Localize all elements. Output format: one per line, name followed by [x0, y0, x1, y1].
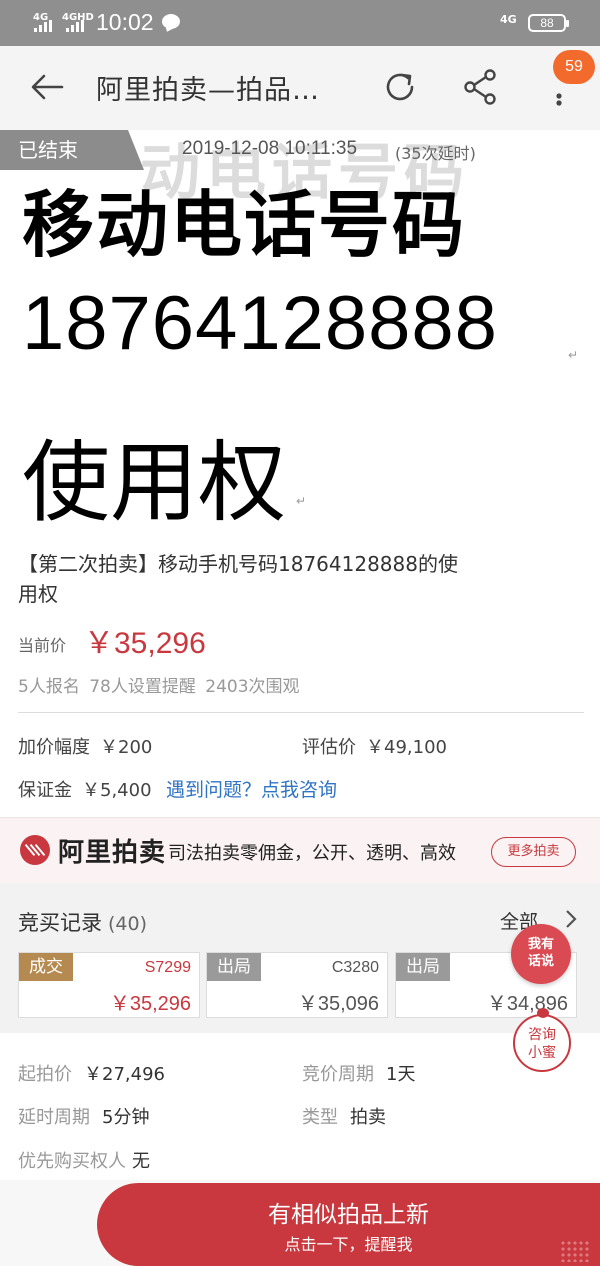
estimate-value: ￥49,100	[366, 737, 447, 758]
network-indicator-right: 4G	[500, 13, 517, 26]
clock: 10:02	[96, 9, 154, 35]
more-auctions-button[interactable]: 更多拍卖	[491, 837, 576, 867]
lot-image[interactable]: 动电话号码 移动电话号码 18764128888 ↵ 使用权 ↵ 已结束 201…	[0, 130, 600, 535]
page-title: 阿里拍卖—拍品…	[96, 75, 320, 106]
bid-cycle-value: 1天	[386, 1064, 416, 1085]
estimate-label: 评估价	[302, 737, 356, 758]
signal-icon-2	[66, 20, 84, 32]
assistant-float-button[interactable]: 咨询 小蜜	[513, 1008, 571, 1072]
estimate-row: 评估价 ￥49,100	[302, 733, 447, 759]
image-text-line1: 移动电话号码	[22, 183, 467, 267]
current-price: ￥35,296	[84, 627, 206, 660]
help-consult-link[interactable]: 遇到问题？点我咨询	[166, 775, 337, 802]
delay-cycle-value: 5分钟	[102, 1107, 150, 1128]
back-arrow-icon[interactable]	[30, 74, 64, 100]
delay-cycle-row: 延时周期 5分钟	[18, 1103, 149, 1129]
delay-cycle-label: 延时周期	[18, 1107, 90, 1128]
bid-record-card: 出局 C3280 ￥35,096	[206, 952, 388, 1018]
bid-records-count: (40)	[108, 913, 148, 935]
bid-records-title: 竞买记录 (40)	[18, 907, 147, 937]
bid-amount: ￥35,096	[297, 993, 379, 1015]
status-bar: 4G 4GHD 10:02 4G 88	[0, 0, 600, 46]
bid-cycle-label: 竞价周期	[302, 1064, 374, 1085]
decorative-dots	[560, 1240, 590, 1262]
start-price-value: ￥27,496	[84, 1064, 165, 1085]
lot-title: 【第二次拍卖】移动手机号码18764128888的使用权	[18, 552, 458, 606]
assistant-float-line1: 咨询	[528, 1027, 556, 1043]
share-icon[interactable]	[462, 68, 500, 106]
bid-amount: ￥35,296	[109, 993, 191, 1015]
notify-similar-button[interactable]: 有相似拍品上新 点击一下，提醒我	[97, 1183, 600, 1266]
brand-slogan: 司法拍卖零佣金，公开、透明、高效	[168, 843, 456, 864]
priority-row: 优先购买权人无	[18, 1147, 150, 1173]
notify-similar-subtitle: 点击一下，提醒我	[284, 1235, 413, 1254]
return-mark-icon: ↵	[568, 348, 579, 362]
increment-label: 加价幅度	[18, 737, 90, 758]
delay-count: (35次延时)	[395, 144, 476, 163]
bidder-id: C3280	[331, 959, 379, 976]
bid-status-tag: 出局	[396, 953, 450, 981]
signal-icon-1	[34, 20, 52, 32]
notify-similar-title: 有相似拍品上新	[268, 1202, 429, 1228]
end-time: 2019-12-08 10:11:35	[182, 138, 358, 159]
bid-record-card: 成交 S7299 ￥35,296	[18, 952, 200, 1018]
image-text-line2: 18764128888	[22, 281, 498, 366]
priority-value: 无	[132, 1151, 150, 1172]
auction-status-tag: 已结束	[0, 130, 144, 170]
chevron-right-icon[interactable]	[565, 909, 577, 929]
ali-auction-logo-icon	[20, 835, 50, 865]
comment-float-line1: 我有	[527, 937, 554, 952]
participation-stats: 5人报名 78人设置提醒 2403次围观	[18, 677, 300, 697]
bid-cycle-row: 竞价周期 1天	[302, 1060, 415, 1086]
deposit-value: ￥5,400	[82, 780, 152, 801]
comment-float-line2: 话说	[527, 954, 554, 969]
increment-row: 加价幅度 ￥200	[18, 733, 152, 759]
deposit-row: 保证金 ￥5,400	[18, 776, 152, 802]
bid-status-tag: 出局	[207, 953, 261, 981]
assistant-float-line2: 小蜜	[528, 1045, 556, 1061]
bid-status-tag: 成交	[19, 953, 73, 981]
type-value: 拍卖	[350, 1107, 386, 1128]
divider	[18, 712, 584, 713]
deposit-label: 保证金	[18, 780, 72, 801]
start-price-row: 起拍价 ￥27,496	[18, 1060, 165, 1086]
increment-value: ￥200	[100, 737, 153, 758]
comment-float-button[interactable]: 我有 话说	[511, 924, 571, 984]
type-row: 类型 拍卖	[302, 1103, 386, 1129]
bid-records-label: 竞买记录	[18, 911, 102, 935]
brand-banner: 阿里拍卖 司法拍卖零佣金，公开、透明、高效 更多拍卖	[0, 817, 600, 883]
refresh-icon[interactable]	[381, 68, 419, 106]
nav-bar: 阿里拍卖—拍品… 59	[0, 46, 600, 130]
image-text-line3: 使用权	[22, 431, 287, 534]
bidder-id: S7299	[144, 959, 191, 976]
bid-records-section: 竞买记录 (40) 全部 成交 S7299 ￥35,296 出局 C3280 ￥3…	[0, 883, 600, 1033]
type-label: 类型	[302, 1107, 338, 1128]
start-price-label: 起拍价	[18, 1064, 72, 1085]
current-price-label: 当前价	[18, 636, 67, 655]
message-notification-icon	[162, 14, 180, 29]
battery-icon: 88	[528, 14, 569, 32]
bid-amount: ￥34,896	[486, 993, 568, 1015]
notification-badge: 59	[553, 50, 595, 84]
brand-name: 阿里拍卖	[58, 838, 167, 868]
priority-label: 优先购买权人	[18, 1151, 126, 1172]
return-mark-icon: ↵	[296, 494, 307, 508]
